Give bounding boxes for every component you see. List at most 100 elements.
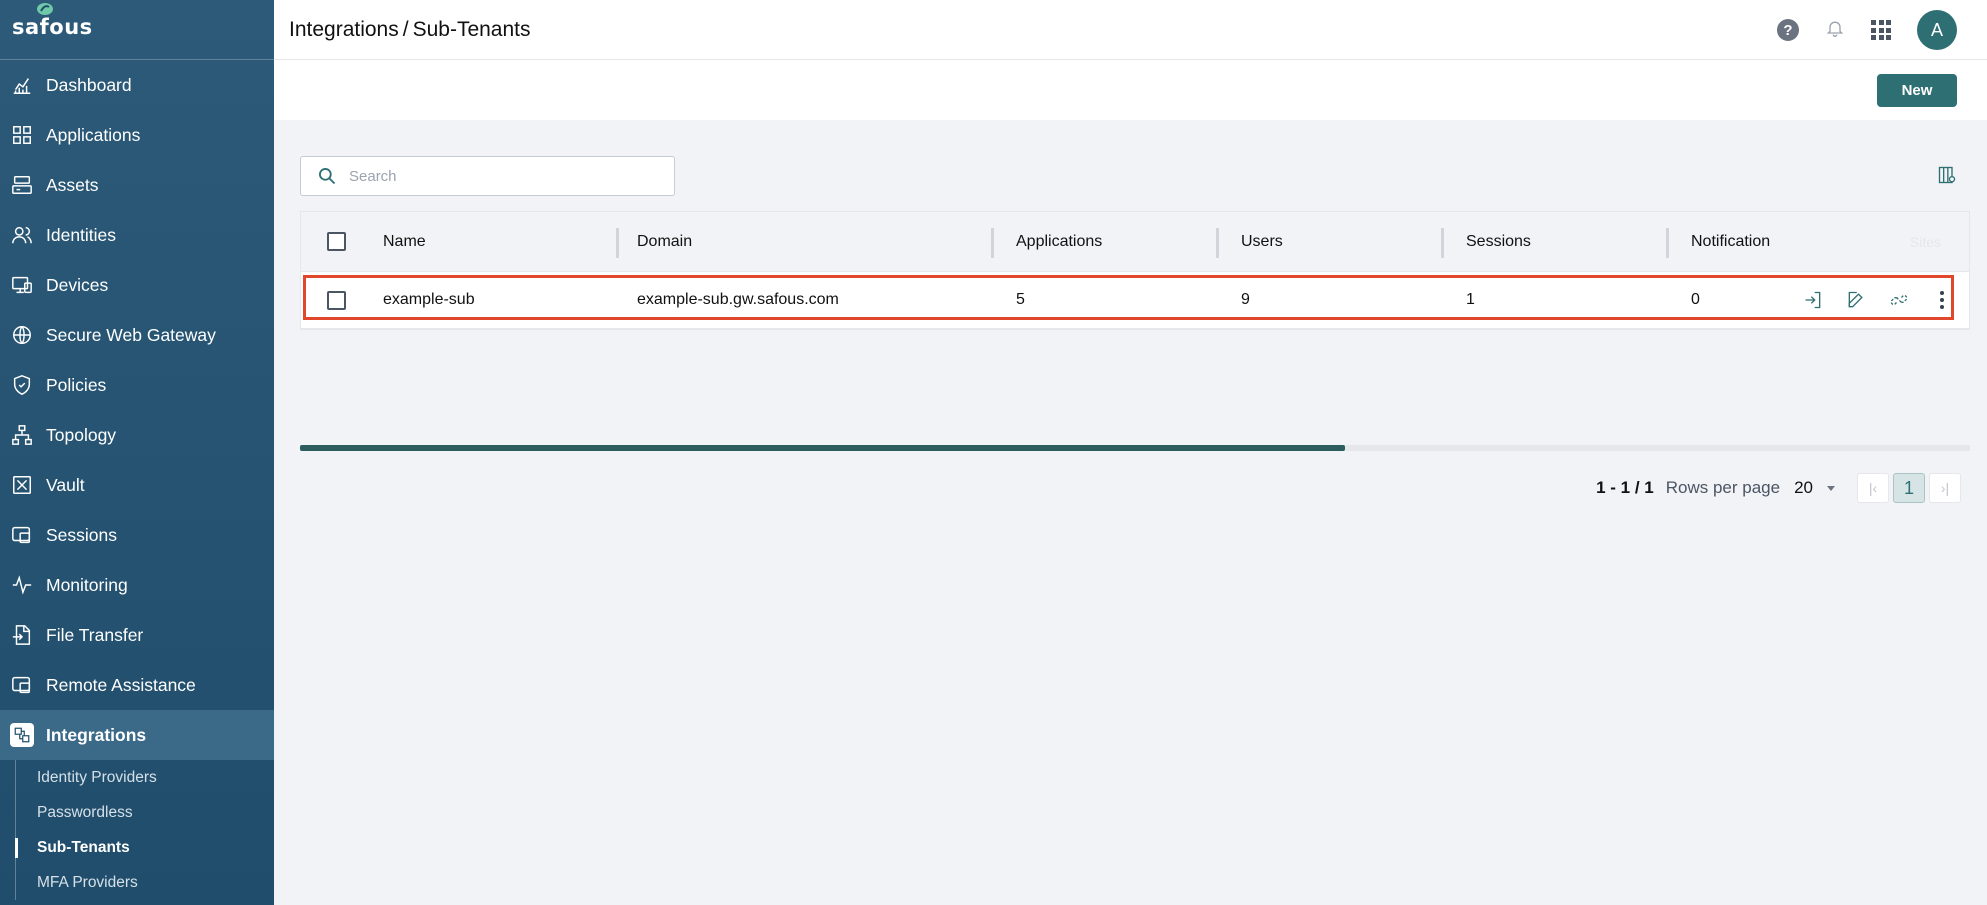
column-header-applications[interactable]: Applications xyxy=(994,212,1219,271)
table-row[interactable]: example-sub example-sub.gw.safous.com 5 … xyxy=(301,272,1969,329)
column-header-sessions[interactable]: Sessions xyxy=(1444,212,1669,271)
sidebar-item-devices[interactable]: Devices xyxy=(0,260,274,310)
sidebar-item-monitoring[interactable]: Monitoring xyxy=(0,560,274,610)
rows-per-page-label: Rows per page xyxy=(1665,478,1781,497)
sub-tenants-table: Name Domain Applications Users Sessions … xyxy=(300,211,1970,330)
grid-icon xyxy=(10,123,34,147)
breadcrumb-parent[interactable]: Integrations xyxy=(289,18,399,41)
sidebar-item-label: Vault xyxy=(46,474,85,495)
column-header-domain[interactable]: Domain xyxy=(619,212,994,271)
integrations-icon xyxy=(10,723,34,747)
sidebar-item-label: Secure Web Gateway xyxy=(46,324,216,345)
breadcrumb-current: Sub-Tenants xyxy=(412,17,531,41)
logo-mark-icon xyxy=(37,3,53,15)
pagination-range: 1 - 1 / 1 xyxy=(1596,478,1654,497)
user-avatar[interactable]: A xyxy=(1917,10,1957,50)
integrations-subnav: Identity Providers Passwordless Sub-Tena… xyxy=(15,760,274,900)
cell-sessions: 1 xyxy=(1466,291,1475,308)
header-actions: ? A xyxy=(1777,0,1957,60)
sidebar-item-label: Monitoring xyxy=(46,574,128,595)
row-actions xyxy=(1786,272,1969,328)
sidebar-item-file-transfer[interactable]: File Transfer xyxy=(0,610,274,660)
sidebar-item-policies[interactable]: Policies xyxy=(0,360,274,410)
sidebar-item-sessions[interactable]: Sessions xyxy=(0,510,274,560)
globe-icon xyxy=(10,323,34,347)
vault-icon xyxy=(10,473,34,497)
help-icon[interactable]: ? xyxy=(1777,19,1799,41)
search-icon xyxy=(317,166,337,186)
cell-notification: 0 xyxy=(1691,291,1700,308)
sidebar-item-assets[interactable]: Assets xyxy=(0,160,274,210)
logo[interactable]: safous xyxy=(0,0,274,60)
remote-icon xyxy=(10,673,34,697)
sidebar-item-secure-web-gateway[interactable]: Secure Web Gateway xyxy=(0,310,274,360)
subnav-item-sub-tenants[interactable]: Sub-Tenants xyxy=(15,830,274,865)
scrollbar-thumb[interactable] xyxy=(300,445,1345,451)
topology-icon xyxy=(10,423,34,447)
sessions-icon xyxy=(10,523,34,547)
more-options-icon[interactable] xyxy=(1931,289,1953,311)
sidebar-item-applications[interactable]: Applications xyxy=(0,110,274,160)
sidebar-item-label: Applications xyxy=(46,124,141,145)
search-box xyxy=(300,156,675,196)
users-icon xyxy=(10,223,34,247)
row-select-cell xyxy=(301,272,369,328)
subnav-item-mfa-providers[interactable]: MFA Providers xyxy=(15,865,274,900)
server-icon xyxy=(10,173,34,197)
sidebar-item-integrations[interactable]: Integrations xyxy=(0,710,274,760)
table-header: Name Domain Applications Users Sessions … xyxy=(301,212,1969,272)
breadcrumb-separator: / xyxy=(402,17,409,41)
notification-bell-icon[interactable] xyxy=(1825,17,1845,44)
login-icon[interactable] xyxy=(1802,289,1824,311)
last-page-button[interactable]: ›| xyxy=(1929,473,1961,503)
app-launcher-icon[interactable] xyxy=(1871,20,1891,40)
rows-per-page-select[interactable]: 20 xyxy=(1794,478,1835,498)
sidebar-item-label: Integrations xyxy=(46,724,147,745)
new-button[interactable]: New xyxy=(1877,74,1957,107)
sidebar-item-label: Topology xyxy=(46,424,117,445)
main-content: Name Domain Applications Users Sessions … xyxy=(274,120,1987,905)
cell-applications: 5 xyxy=(1016,291,1025,308)
breadcrumb: Integrations / Sub-Tenants xyxy=(289,18,531,42)
sidebar-item-remote-assistance[interactable]: Remote Assistance xyxy=(0,660,274,710)
chevron-down-icon xyxy=(1827,485,1835,491)
sidebar-item-label: Sessions xyxy=(46,524,118,545)
sidebar-item-label: File Transfer xyxy=(46,624,144,645)
select-all-checkbox[interactable] xyxy=(326,232,346,251)
page-button-current[interactable]: 1 xyxy=(1893,473,1925,503)
pagination: 1 - 1 / 1 Rows per page 20 |‹ 1 ›| xyxy=(1596,473,1961,503)
cell-domain: example-sub.gw.safous.com xyxy=(637,291,839,308)
action-bar: New xyxy=(274,60,1987,120)
first-page-button[interactable]: |‹ xyxy=(1857,473,1889,503)
select-all-cell xyxy=(301,212,369,271)
column-settings-icon[interactable] xyxy=(1937,165,1957,185)
column-header-name[interactable]: Name xyxy=(369,212,619,271)
search-input[interactable] xyxy=(349,167,649,185)
file-transfer-icon xyxy=(10,623,34,647)
sidebar-item-label: Remote Assistance xyxy=(46,674,196,695)
top-bar: Integrations / Sub-Tenants ? A xyxy=(274,0,1987,60)
unlink-icon[interactable] xyxy=(1888,289,1910,311)
sidebar-item-vault[interactable]: Vault xyxy=(0,460,274,510)
subnav-item-identity-providers[interactable]: Identity Providers xyxy=(15,760,274,795)
column-header-sites: Sites xyxy=(1909,233,1941,250)
horizontal-scrollbar[interactable] xyxy=(300,445,1970,451)
subnav-item-passwordless[interactable]: Passwordless xyxy=(15,795,274,830)
devices-icon xyxy=(10,273,34,297)
sidebar-item-label: Devices xyxy=(46,274,109,295)
row-checkbox[interactable] xyxy=(326,290,346,310)
sidebar-item-topology[interactable]: Topology xyxy=(0,410,274,460)
sidebar-nav: Dashboard Applications Assets Identities… xyxy=(0,60,274,760)
shield-icon xyxy=(10,373,34,397)
column-header-users[interactable]: Users xyxy=(1219,212,1444,271)
sidebar-item-identities[interactable]: Identities xyxy=(0,210,274,260)
cell-name: example-sub xyxy=(383,291,475,308)
sidebar-item-dashboard[interactable]: Dashboard xyxy=(0,60,274,110)
chart-line-icon xyxy=(10,73,34,97)
sidebar-item-label: Assets xyxy=(46,174,99,195)
rows-per-page-value: 20 xyxy=(1794,478,1813,497)
column-header-notification[interactable]: Notification xyxy=(1669,212,1791,271)
edit-icon[interactable] xyxy=(1845,289,1867,311)
sidebar-item-label: Policies xyxy=(46,374,107,395)
actions-header: Sites xyxy=(1786,212,1969,271)
